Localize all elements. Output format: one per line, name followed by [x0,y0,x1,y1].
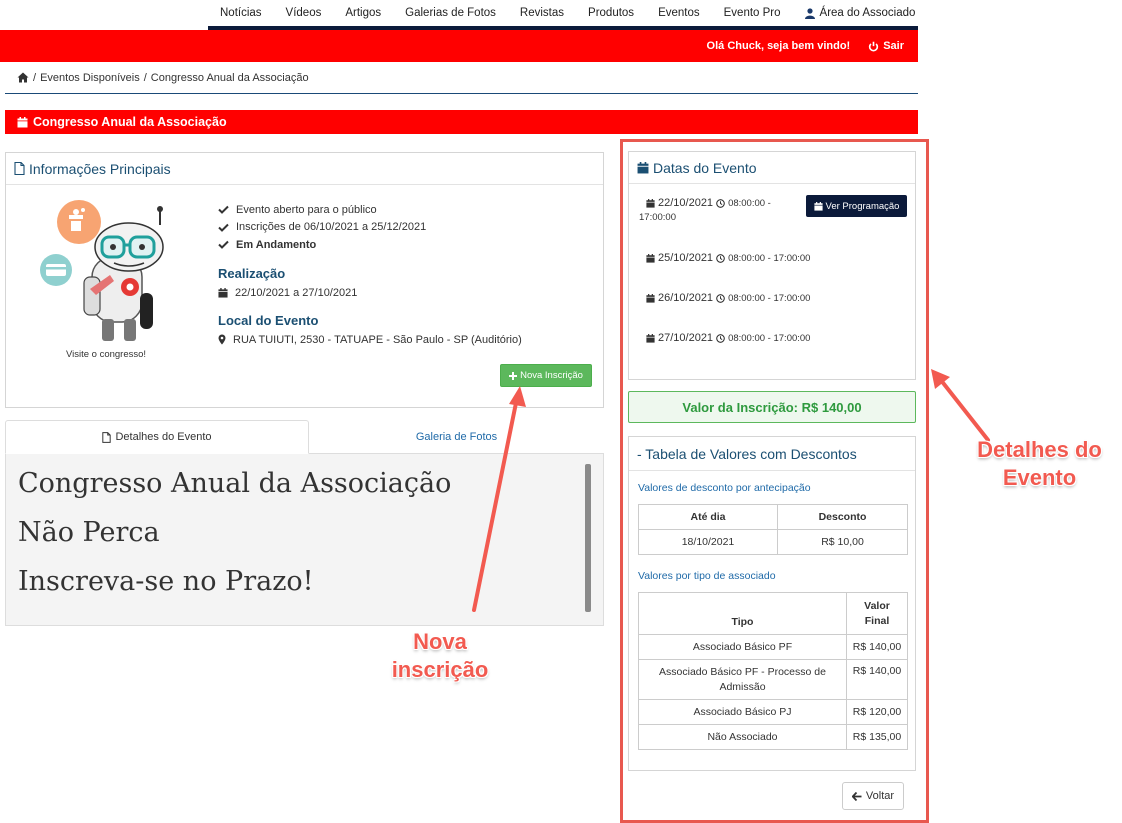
check-line-inscricoes: Inscrições de 06/10/2021 a 25/12/2021 [218,219,588,237]
check-text-status: Em Andamento [236,238,317,251]
nav-artigos[interactable]: Artigos [345,7,381,19]
logout-button[interactable]: Sair [868,40,904,52]
calendar-icon [218,287,228,298]
nova-inscricao-label: Nova Inscrição [520,370,583,381]
nav-produtos[interactable]: Produtos [588,7,634,19]
tab-galeria-label: Galeria de Fotos [415,431,498,443]
annotation-detalhes-do-evento: Detalhes do Evento [977,437,1102,490]
welcome-message: Olá Chuck, seja bem vindo! [706,40,851,52]
nav-area-do-associado[interactable]: Área do Associado [804,7,916,19]
image-caption: Visite o congresso! [65,349,147,360]
breadcrumb-separator: / [33,71,37,84]
calendar-icon [17,116,28,127]
logout-label: Sair [883,40,904,52]
check-icon [218,241,229,250]
check-icon [218,206,229,215]
local-address: RUA TUIUTI, 2530 - TATUAPE - São Paulo -… [233,333,522,346]
page-title-bar: Congresso Anual da Associação [5,110,918,134]
check-text-aberto: Evento aberto para o público [236,203,377,216]
check-text-inscricoes: Inscrições de 06/10/2021 a 25/12/2021 [236,221,427,234]
nav-noticias[interactable]: Notícias [220,7,262,19]
event-description: Congresso Anual da Associação Não Perca … [5,454,604,626]
robot-mascot-illustration [40,200,164,341]
top-navigation: Notícias Vídeos Artigos Galerias de Foto… [208,0,918,30]
nav-videos[interactable]: Vídeos [286,7,322,19]
file-icon [102,431,112,443]
map-marker-icon [218,334,226,345]
check-line-status: Em Andamento [218,236,588,254]
realizacao-dates-line: 22/10/2021 a 27/10/2021 [218,285,588,301]
description-line-2: Não Perca [18,517,160,548]
info-panel: Informações Principais Visite o congress… [5,152,604,408]
user-icon [804,7,815,19]
nav-evento-pro[interactable]: Evento Pro [724,7,781,19]
nova-inscricao-button[interactable]: Nova Inscrição [500,364,592,387]
annotation-highlight-box [620,139,929,823]
check-line-aberto: Evento aberto para o público [218,201,588,219]
nav-eventos[interactable]: Eventos [658,7,700,19]
local-title: Local do Evento [218,312,319,328]
tab-galeria-de-fotos[interactable]: Galeria de Fotos [309,420,604,454]
info-panel-title: Informações Principais [29,160,171,177]
local-address-line: RUA TUIUTI, 2530 - TATUAPE - São Paulo -… [218,332,588,348]
description-line-3: Inscreva-se no Prazo! [18,566,314,597]
breadcrumb-separator: / [143,71,147,84]
check-icon [218,223,229,232]
nav-revistas[interactable]: Revistas [520,7,564,19]
realizacao-title: Realização [218,265,286,281]
nav-area-do-associado-label: Área do Associado [819,7,916,19]
plus-icon [509,371,518,380]
breadcrumb-current: Congresso Anual da Associação [150,71,309,84]
description-scrollbar[interactable] [585,464,591,612]
realizacao-dates: 22/10/2021 a 27/10/2021 [235,286,358,299]
user-bar: Olá Chuck, seja bem vindo! Sair [0,30,918,62]
nav-galerias-de-fotos[interactable]: Galerias de Fotos [405,7,496,19]
breadcrumb-eventos-disponiveis[interactable]: Eventos Disponíveis [40,72,140,84]
page-title: Congresso Anual da Associação [33,115,227,129]
file-icon [14,162,25,175]
event-tabs: Detalhes do Evento Galeria de Fotos [5,420,604,454]
tab-detalhes-label: Detalhes do Evento [115,431,212,443]
home-icon[interactable] [17,72,29,83]
info-details: Evento aberto para o público Inscrições … [218,201,588,348]
info-panel-heading: Informações Principais [6,153,603,185]
breadcrumb: / Eventos Disponíveis / Congresso Anual … [5,62,918,94]
tab-detalhes-do-evento[interactable]: Detalhes do Evento [5,420,309,454]
power-icon [869,41,879,51]
annotation-nova-inscricao: Nova inscrição [391,629,489,682]
event-image[interactable]: Visite o congresso! [26,197,186,367]
description-line-1: Congresso Anual da Associação [18,468,452,499]
